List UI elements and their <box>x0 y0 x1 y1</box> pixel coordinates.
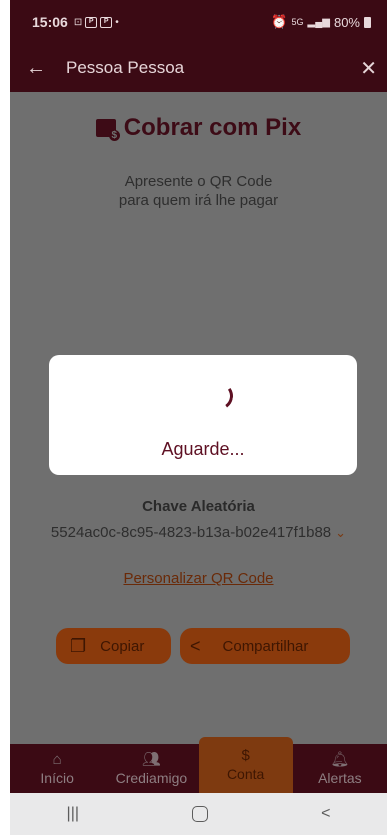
copy-button-label: Copiar <box>100 637 145 655</box>
status-bar: 15:06 ⊡ P P • ⏰ 5G ▂▄▆ 80% <box>10 0 387 44</box>
battery-level: 80% <box>333 14 360 30</box>
loading-message: Aguarde... <box>161 439 245 459</box>
key-label: Chave Aleatória <box>142 498 255 515</box>
pix-title-text: Cobrar com Pix <box>123 114 302 141</box>
nav-label-alertas: Alertas <box>318 769 362 786</box>
nav-item-alertas[interactable]: 🔔︎ Alertas <box>293 744 387 793</box>
page-title: Pessoa Pessoa <box>66 58 185 77</box>
share-button[interactable]: < Compartilhar <box>180 628 350 664</box>
close-icon[interactable]: ✕ <box>360 56 377 81</box>
bell-icon: 🔔︎ <box>330 750 350 768</box>
screen-record-icon: ⊡ <box>73 16 83 28</box>
charge-pix-icon <box>95 119 120 141</box>
status-right: ⏰ 5G ▂▄▆ 80% <box>271 14 371 30</box>
nav-item-crediamigo[interactable]: 👥︎ Crediamigo <box>104 744 198 793</box>
key-value: 5524ac0c-8c95-4823-b13a-b02e417f1b88 <box>50 524 332 541</box>
loading-spinner-icon <box>202 379 236 413</box>
app-header: ← Pessoa Pessoa ✕ <box>10 44 387 92</box>
nav-label-crediamigo: Crediamigo <box>115 769 188 786</box>
people-icon: 👥︎ <box>141 750 161 768</box>
app-frame: 15:06 ⊡ P P • ⏰ 5G ▂▄▆ 80% ← Pessoa Pess… <box>10 0 387 835</box>
system-back-icon[interactable]: < <box>321 805 330 823</box>
recent-apps-icon[interactable]: ||| <box>67 805 79 823</box>
instruction-line-1: Apresente o QR Code <box>124 173 273 190</box>
nav-item-inicio[interactable]: ⌂ Início <box>10 744 104 793</box>
customize-qr-link[interactable]: Personalizar QR Code <box>10 570 387 587</box>
notification-icons: ⊡ P P • <box>73 16 119 28</box>
app-notification-icon: P <box>85 16 98 28</box>
back-arrow-icon[interactable]: ← <box>26 57 52 80</box>
system-navigation-bar: ||| < <box>10 793 387 835</box>
pix-instructions: Apresente o QR Code para quem irá lhe pa… <box>10 172 387 210</box>
instruction-line-2: para quem irá lhe pagar <box>118 192 279 209</box>
nav-label-inicio: Início <box>40 769 74 786</box>
share-icon: < <box>190 635 201 656</box>
pix-heading: Cobrar com Pix <box>10 114 387 142</box>
status-time: 15:06 <box>32 14 68 30</box>
nav-item-conta[interactable]: $ Conta <box>198 737 293 793</box>
chevron-down-icon[interactable]: ⌄ <box>335 525 346 540</box>
key-selector[interactable]: 5524ac0c-8c95-4823-b13a-b02e417f1b88 ⌄ <box>10 524 387 541</box>
copy-icon: ❐ <box>70 635 87 656</box>
network-type: 5G <box>291 17 304 27</box>
copy-button[interactable]: ❐ Copiar <box>56 628 171 664</box>
dot-icon: • <box>115 16 119 28</box>
dollar-icon: $ <box>241 747 250 764</box>
battery-icon <box>364 16 371 28</box>
bottom-navigation: ⌂ Início 👥︎ Crediamigo $ Conta 🔔︎ Alerta… <box>10 737 387 793</box>
alarm-icon: ⏰ <box>271 14 288 29</box>
loading-dialog: Aguarde... <box>49 355 357 475</box>
share-button-label: Compartilhar <box>222 637 309 655</box>
app-notification-icon-2: P <box>100 16 113 28</box>
home-icon: ⌂ <box>52 750 62 768</box>
nav-label-conta: Conta <box>226 766 265 782</box>
signal-icon: ▂▄▆ <box>307 16 330 28</box>
home-button-icon[interactable] <box>192 806 209 822</box>
